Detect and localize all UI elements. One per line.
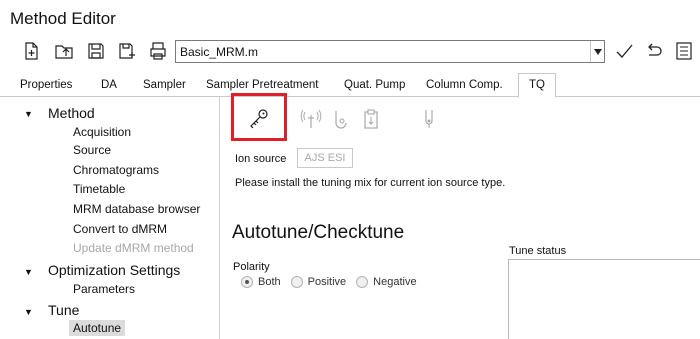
tree-item-method[interactable]: Method <box>48 105 95 121</box>
tab-bar: Properties DA Sampler Sampler Pretreatme… <box>0 73 700 98</box>
ion-source-value: AJS ESI <box>304 152 346 164</box>
tq-content-panel: Ion source AJS ESI Please install the tu… <box>221 93 700 339</box>
tune-status-label: Tune status <box>509 245 567 257</box>
radio-negative-label: Negative <box>373 276 417 288</box>
polarity-radio-group: Both Positive Negative <box>241 276 427 288</box>
tab-sampler[interactable]: Sampler <box>143 79 186 91</box>
radio-positive-indicator[interactable] <box>290 276 303 288</box>
tune-mix-icon <box>329 107 353 131</box>
radio-negative-indicator[interactable] <box>356 276 369 288</box>
tree-item-convert-to-dmrm[interactable]: Convert to dMRM <box>73 222 167 236</box>
save-icon[interactable] <box>85 40 107 62</box>
print-icon[interactable] <box>147 40 169 62</box>
tab-properties[interactable]: Properties <box>20 79 72 91</box>
tab-quat-pump[interactable]: Quat. Pump <box>344 79 405 91</box>
radio-both-label: Both <box>258 276 281 288</box>
section-title: Autotune/Checktune <box>232 222 405 243</box>
clipboard-icon <box>359 107 383 131</box>
title-bar: Method Editor <box>0 0 700 33</box>
spray-icon <box>299 107 323 131</box>
save-as-icon[interactable] <box>116 40 138 62</box>
tab-sampler-pretreatment[interactable]: Sampler Pretreatment <box>206 79 319 91</box>
ion-source-label: Ion source <box>235 153 287 165</box>
tree-item-timetable[interactable]: Timetable <box>73 182 125 196</box>
caret-down-icon[interactable]: ▼ <box>24 307 33 317</box>
tab-tq[interactable]: TQ <box>518 73 556 98</box>
open-folder-icon[interactable] <box>53 40 75 62</box>
radio-negative[interactable]: Negative <box>356 276 417 288</box>
ion-source-field: AJS ESI <box>297 148 353 168</box>
radio-positive[interactable]: Positive <box>290 276 347 288</box>
install-message: Please install the tuning mix for curren… <box>235 177 506 189</box>
tune-status-box <box>508 259 700 339</box>
radio-both-indicator[interactable] <box>241 276 253 288</box>
tree-item-update-dmrm-method: Update dMRM method <box>73 241 194 255</box>
tree-item-autotune[interactable]: Autotune <box>69 320 126 336</box>
polarity-label: Polarity <box>233 261 270 273</box>
caret-down-icon[interactable]: ▼ <box>24 109 33 119</box>
tree-item-tune[interactable]: Tune <box>48 302 79 318</box>
checkmark-icon[interactable] <box>613 40 635 62</box>
window-title: Method Editor <box>10 9 116 28</box>
tree-item-chromatograms[interactable]: Chromatograms <box>73 163 159 177</box>
tree-item-source[interactable]: Source <box>73 143 111 157</box>
navigation-tree: ▼ Method Acquisition Source Chromatogram… <box>0 97 220 339</box>
caret-down-icon[interactable]: ▼ <box>24 267 33 277</box>
key-icon[interactable] <box>247 107 271 131</box>
vial-icon <box>417 107 441 131</box>
tab-da[interactable]: DA <box>101 79 117 91</box>
tree-item-parameters[interactable]: Parameters <box>73 282 135 296</box>
list-icon[interactable] <box>673 40 695 62</box>
method-name-value: Basic_MRM.m <box>180 45 259 59</box>
method-name-combobox[interactable]: Basic_MRM.m <box>175 40 605 63</box>
undo-icon[interactable] <box>643 40 665 62</box>
chevron-down-icon[interactable] <box>590 41 604 62</box>
tree-item-optimization-settings[interactable]: Optimization Settings <box>48 262 180 278</box>
tab-column-comp[interactable]: Column Comp. <box>426 79 503 91</box>
tree-item-mrm-database-browser[interactable]: MRM database browser <box>73 202 200 216</box>
radio-both[interactable]: Both <box>241 276 281 288</box>
radio-positive-label: Positive <box>307 276 347 288</box>
new-file-icon[interactable] <box>20 40 42 62</box>
tree-item-acquisition[interactable]: Acquisition <box>73 125 131 139</box>
